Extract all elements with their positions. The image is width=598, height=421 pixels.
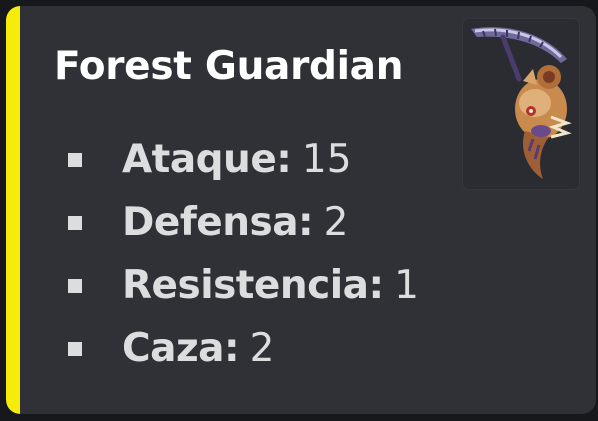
stat-separator: :: [298, 200, 314, 245]
bullet-icon: [68, 278, 82, 293]
stat-separator: :: [368, 263, 385, 308]
stat-item-caza: Caza: 2: [68, 317, 419, 380]
stat-value: 2: [323, 200, 349, 245]
stats-list: Ataque: 15 Defensa: 2 Resistencia: 1 Caz…: [68, 128, 419, 380]
stat-item-ataque: Ataque: 15: [68, 128, 419, 191]
bullet-icon: [68, 152, 82, 167]
stat-value: 2: [249, 326, 275, 371]
stat-separator: :: [223, 326, 240, 371]
embed-accent-bar: [6, 6, 20, 414]
stat-value: 1: [394, 263, 419, 308]
scythe-creature-icon: [471, 27, 572, 179]
embed-thumbnail[interactable]: [462, 18, 580, 190]
bullet-icon: [68, 341, 82, 356]
stat-label: Caza: [122, 326, 224, 371]
stat-value: 15: [301, 137, 352, 182]
stat-label: Defensa: [122, 200, 299, 245]
bullet-icon: [68, 215, 82, 230]
stat-label: Resistencia: [122, 263, 369, 308]
embed-title: Forest Guardian: [54, 44, 404, 89]
embed-card: Forest Guardian Ataque: 15 Defensa: 2 Re…: [6, 6, 596, 414]
stat-label: Ataque: [122, 137, 277, 182]
stat-item-resistencia: Resistencia: 1: [68, 254, 419, 317]
stat-separator: :: [276, 137, 292, 182]
stat-item-defensa: Defensa: 2: [68, 191, 419, 254]
